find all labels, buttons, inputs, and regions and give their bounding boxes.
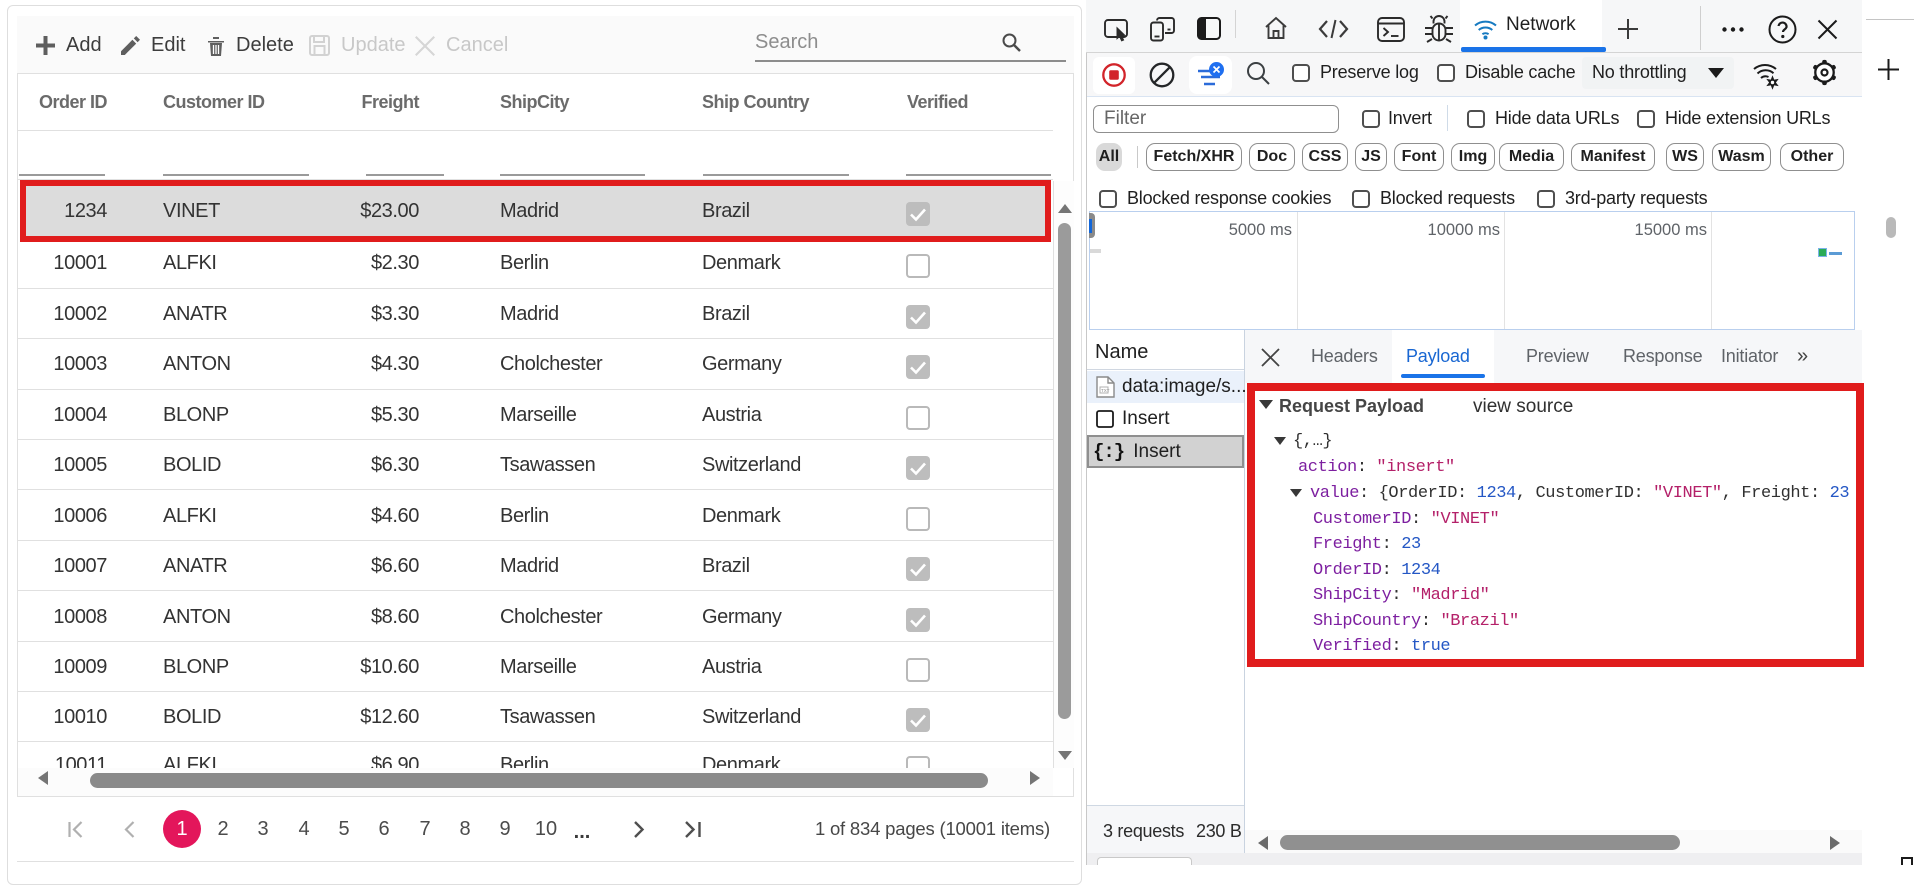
- svg-text:TXT: TXT: [1101, 388, 1110, 393]
